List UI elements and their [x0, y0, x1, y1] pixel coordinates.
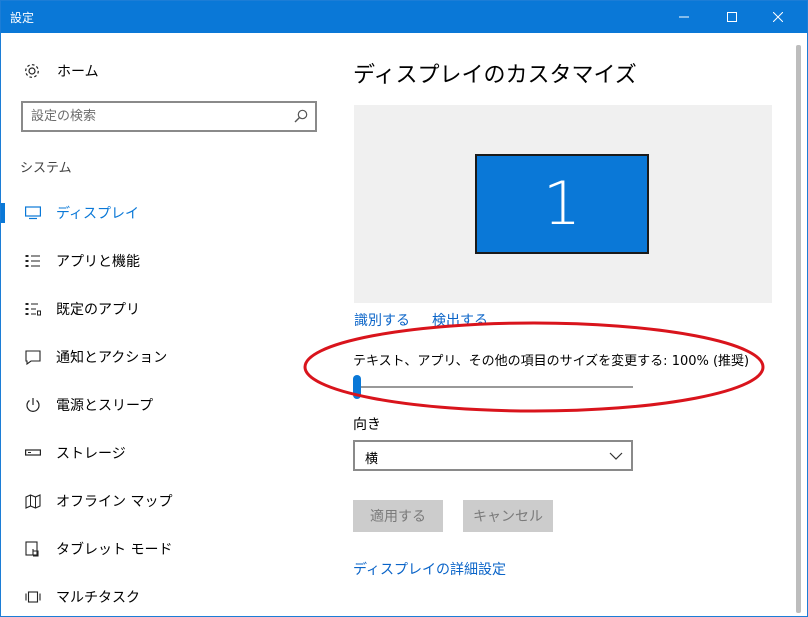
sidebar-item-power[interactable]: 電源とスリープ	[1, 381, 339, 429]
slider-track[interactable]	[353, 386, 633, 388]
home-link[interactable]: ホーム	[23, 61, 99, 81]
storage-icon	[24, 444, 42, 462]
sidebar-item-label: オフライン マップ	[56, 494, 173, 510]
notification-icon	[24, 348, 42, 366]
home-label: ホーム	[57, 64, 99, 80]
sidebar: ホーム システム ディスプレイ	[1, 33, 339, 616]
active-indicator	[1, 203, 5, 223]
scrollbar[interactable]	[790, 33, 807, 616]
display-preview: 1	[354, 105, 772, 303]
orientation-value: 横	[365, 452, 379, 467]
close-icon	[773, 12, 783, 22]
apply-button[interactable]: 適用する	[353, 500, 443, 532]
minimize-button[interactable]	[661, 1, 707, 33]
detect-link[interactable]: 検出する	[432, 310, 488, 330]
page-title: ディスプレイのカスタマイズ	[353, 63, 637, 88]
orientation-dropdown[interactable]: 横	[353, 440, 633, 471]
sidebar-item-apps[interactable]: アプリと機能	[1, 237, 339, 285]
scale-label: テキスト、アプリ、その他の項目のサイズを変更する: 100% (推奨)	[353, 354, 750, 369]
maximize-icon	[727, 12, 737, 22]
main-content: ディスプレイのカスタマイズ 1 識別する 検出する テキスト、アプリ、その他の項…	[339, 33, 787, 616]
sidebar-item-label: 通知とアクション	[56, 350, 168, 366]
title-bar[interactable]: 設定	[1, 1, 807, 33]
monitor-icon	[24, 204, 42, 222]
sidebar-item-tablet-mode[interactable]: タブレット モード	[1, 525, 339, 573]
default-apps-icon	[24, 300, 42, 318]
cancel-button[interactable]: キャンセル	[463, 500, 553, 532]
settings-window: 設定 ホーム 設定の検索 システム ディスプレイ アプリと機能 既定のアプリ 通…	[0, 0, 808, 617]
advanced-display-settings-link[interactable]: ディスプレイの詳細設定	[353, 559, 506, 579]
maximize-button[interactable]	[709, 1, 755, 33]
sidebar-item-offline-maps[interactable]: オフライン マップ	[1, 477, 339, 525]
map-icon	[24, 492, 42, 510]
sidebar-item-display[interactable]: ディスプレイ	[1, 189, 339, 237]
sidebar-item-label: タブレット モード	[56, 542, 173, 558]
sidebar-item-notifications[interactable]: 通知とアクション	[1, 333, 339, 381]
apps-list-icon	[24, 252, 42, 270]
sidebar-item-multitasking[interactable]: マルチタスク	[1, 573, 339, 616]
display-actions: 識別する 検出する	[354, 310, 488, 330]
chevron-down-icon	[609, 450, 623, 465]
slider-thumb[interactable]	[353, 375, 361, 399]
sidebar-item-storage[interactable]: ストレージ	[1, 429, 339, 477]
sidebar-item-label: 既定のアプリ	[56, 302, 140, 318]
sidebar-nav: ディスプレイ アプリと機能 既定のアプリ 通知とアクション 電源とスリープ スト…	[1, 189, 339, 616]
tablet-mode-icon	[24, 540, 42, 558]
close-button[interactable]	[755, 1, 801, 33]
search-box[interactable]	[21, 101, 317, 132]
section-heading-system: システム	[20, 161, 72, 176]
search-input[interactable]	[31, 107, 281, 126]
minimize-icon	[679, 16, 689, 18]
scrollbar-thumb[interactable]	[796, 45, 801, 613]
multitask-icon	[24, 588, 42, 606]
window-title: 設定	[10, 11, 35, 25]
gear-icon	[23, 62, 43, 80]
sidebar-item-label: マルチタスク	[56, 590, 140, 606]
sidebar-item-label: 電源とスリープ	[56, 398, 154, 414]
orientation-label: 向き	[353, 417, 381, 433]
scale-slider[interactable]	[353, 375, 633, 399]
power-icon	[24, 396, 42, 414]
sidebar-item-label: ディスプレイ	[56, 206, 140, 222]
sidebar-item-label: ストレージ	[56, 446, 126, 462]
monitor-1-tile[interactable]: 1	[475, 154, 649, 254]
sidebar-item-default-apps[interactable]: 既定のアプリ	[1, 285, 339, 333]
identify-link[interactable]: 識別する	[354, 310, 410, 330]
search-icon[interactable]	[293, 108, 309, 128]
sidebar-item-label: アプリと機能	[56, 254, 140, 270]
